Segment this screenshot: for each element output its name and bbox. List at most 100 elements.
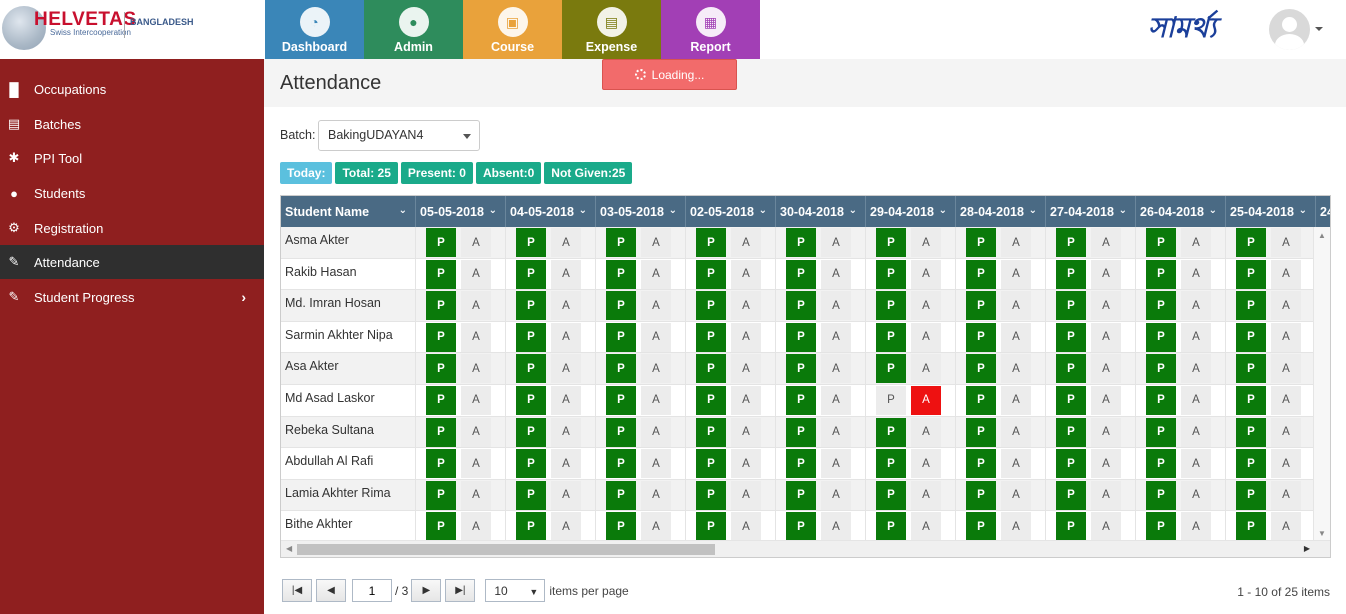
absent-toggle[interactable]: A [1001, 322, 1031, 352]
chevron-down-icon[interactable]: ⌄ [1029, 205, 1037, 216]
scroll-down-icon[interactable]: ▼ [1318, 529, 1326, 538]
absent-toggle[interactable]: A [731, 354, 761, 384]
present-toggle[interactable]: P [696, 480, 726, 510]
present-toggle[interactable]: P [966, 354, 996, 384]
present-toggle[interactable]: P [1236, 480, 1266, 510]
last-page-button[interactable]: ▶| [445, 579, 476, 602]
scroll-up-icon[interactable]: ▲ [1318, 231, 1326, 240]
absent-toggle[interactable]: A [461, 480, 491, 510]
absent-toggle[interactable]: A [641, 449, 671, 479]
absent-toggle[interactable]: A [821, 417, 851, 447]
absent-toggle[interactable]: A [551, 417, 581, 447]
absent-toggle[interactable]: A [821, 449, 851, 479]
present-toggle[interactable]: P [516, 354, 546, 384]
present-toggle[interactable]: P [1056, 259, 1086, 289]
absent-toggle[interactable]: A [551, 291, 581, 321]
present-toggle[interactable]: P [1236, 291, 1266, 321]
present-toggle[interactable]: P [696, 385, 726, 415]
absent-toggle[interactable]: A [1271, 417, 1301, 447]
chevron-down-icon[interactable]: ⌄ [1119, 205, 1127, 216]
chevron-down-icon[interactable]: ⌄ [399, 205, 407, 216]
absent-toggle[interactable]: A [461, 512, 491, 542]
present-toggle[interactable]: P [696, 291, 726, 321]
present-toggle[interactable]: P [516, 322, 546, 352]
absent-toggle[interactable]: A [1181, 259, 1211, 289]
absent-toggle[interactable]: A [1181, 512, 1211, 542]
present-toggle[interactable]: P [516, 480, 546, 510]
absent-toggle[interactable]: A [1001, 385, 1031, 415]
present-toggle[interactable]: P [606, 354, 636, 384]
absent-toggle[interactable]: A [1001, 449, 1031, 479]
present-toggle[interactable]: P [606, 480, 636, 510]
absent-toggle[interactable]: A [641, 512, 671, 542]
present-toggle[interactable]: P [426, 354, 456, 384]
absent-toggle[interactable]: A [731, 385, 761, 415]
absent-toggle[interactable]: A [641, 417, 671, 447]
absent-toggle[interactable]: A [1271, 322, 1301, 352]
chevron-down-icon[interactable]: ⌄ [579, 205, 587, 216]
present-toggle[interactable]: P [426, 322, 456, 352]
absent-toggle[interactable]: A [731, 512, 761, 542]
present-toggle[interactable]: P [606, 322, 636, 352]
absent-toggle[interactable]: A [641, 385, 671, 415]
present-toggle[interactable]: P [966, 449, 996, 479]
absent-toggle[interactable]: A [731, 449, 761, 479]
absent-toggle[interactable]: A [731, 480, 761, 510]
present-toggle[interactable]: P [966, 385, 996, 415]
scroll-left-icon[interactable]: ◀ [286, 544, 292, 553]
menu-dashboard[interactable]: ◔ Dashboard [265, 0, 364, 59]
absent-toggle[interactable]: A [1091, 354, 1121, 384]
present-toggle[interactable]: P [696, 417, 726, 447]
absent-toggle[interactable]: A [461, 259, 491, 289]
chevron-down-icon[interactable]: ⌄ [669, 205, 677, 216]
absent-toggle[interactable]: A [641, 480, 671, 510]
present-toggle[interactable]: P [1146, 449, 1176, 479]
present-toggle[interactable]: P [696, 322, 726, 352]
menu-admin[interactable]: ● Admin [364, 0, 463, 59]
sidebar-item-attendance[interactable]: ✎ Attendance [0, 245, 264, 279]
menu-course[interactable]: ▣ Course [463, 0, 562, 59]
present-toggle[interactable]: P [1236, 385, 1266, 415]
absent-toggle[interactable]: A [1181, 417, 1211, 447]
sidebar-item-student-progress[interactable]: ✎ Student Progress › [0, 280, 264, 314]
present-toggle[interactable]: P [1236, 512, 1266, 542]
absent-toggle[interactable]: A [1091, 512, 1121, 542]
present-toggle[interactable]: P [606, 259, 636, 289]
present-toggle[interactable]: P [1236, 322, 1266, 352]
sidebar-item-registration[interactable]: ⚙ Registration [0, 211, 264, 245]
absent-toggle[interactable]: A [911, 385, 941, 415]
absent-toggle[interactable]: A [1271, 259, 1301, 289]
absent-toggle[interactable]: A [1001, 512, 1031, 542]
present-toggle[interactable]: P [1146, 417, 1176, 447]
absent-toggle[interactable]: A [911, 259, 941, 289]
present-toggle[interactable]: P [966, 291, 996, 321]
present-toggle[interactable]: P [696, 228, 726, 257]
header-date[interactable]: 25-04-2018 ⌄ [1226, 196, 1316, 227]
absent-toggle[interactable]: A [911, 322, 941, 352]
header-date[interactable]: 27-04-2018 ⌄ [1046, 196, 1136, 227]
absent-toggle[interactable]: A [911, 228, 941, 257]
present-toggle[interactable]: P [696, 259, 726, 289]
absent-toggle[interactable]: A [1181, 480, 1211, 510]
present-toggle[interactable]: P [876, 480, 906, 510]
batch-select[interactable]: BakingUDAYAN4 [318, 120, 480, 151]
present-toggle[interactable]: P [1146, 385, 1176, 415]
present-toggle[interactable]: P [786, 259, 816, 289]
absent-toggle[interactable]: A [1001, 354, 1031, 384]
header-date[interactable]: 05-05-2018 ⌄ [416, 196, 506, 227]
absent-toggle[interactable]: A [1091, 291, 1121, 321]
header-date[interactable]: 24 [1316, 196, 1330, 227]
present-toggle[interactable]: P [1146, 322, 1176, 352]
absent-toggle[interactable]: A [641, 291, 671, 321]
absent-toggle[interactable]: A [1271, 480, 1301, 510]
present-toggle[interactable]: P [966, 480, 996, 510]
absent-toggle[interactable]: A [461, 449, 491, 479]
header-date[interactable]: 28-04-2018 ⌄ [956, 196, 1046, 227]
present-toggle[interactable]: P [876, 385, 906, 415]
absent-toggle[interactable]: A [731, 291, 761, 321]
absent-toggle[interactable]: A [551, 228, 581, 257]
absent-toggle[interactable]: A [1091, 385, 1121, 415]
menu-expense[interactable]: ▤ Expense [562, 0, 661, 59]
present-toggle[interactable]: P [606, 291, 636, 321]
absent-toggle[interactable]: A [911, 354, 941, 384]
